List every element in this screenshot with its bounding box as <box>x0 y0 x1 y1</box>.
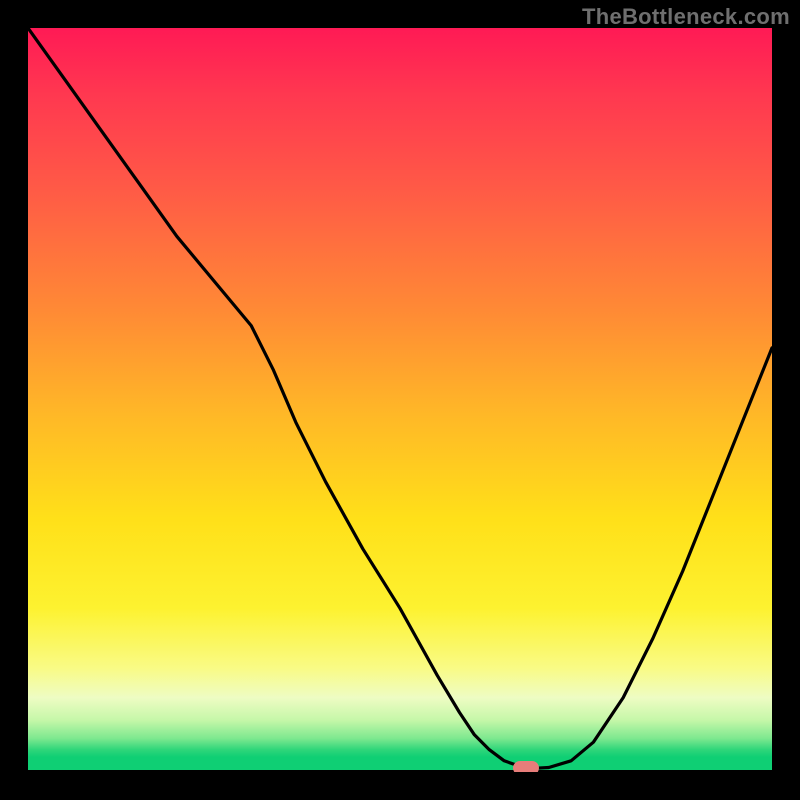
optimal-marker-icon <box>513 761 539 772</box>
chart-frame: TheBottleneck.com <box>0 0 800 800</box>
bottleneck-curve <box>28 28 772 772</box>
plot-area <box>28 28 772 772</box>
watermark-text: TheBottleneck.com <box>582 4 790 30</box>
curve-path <box>28 28 772 768</box>
